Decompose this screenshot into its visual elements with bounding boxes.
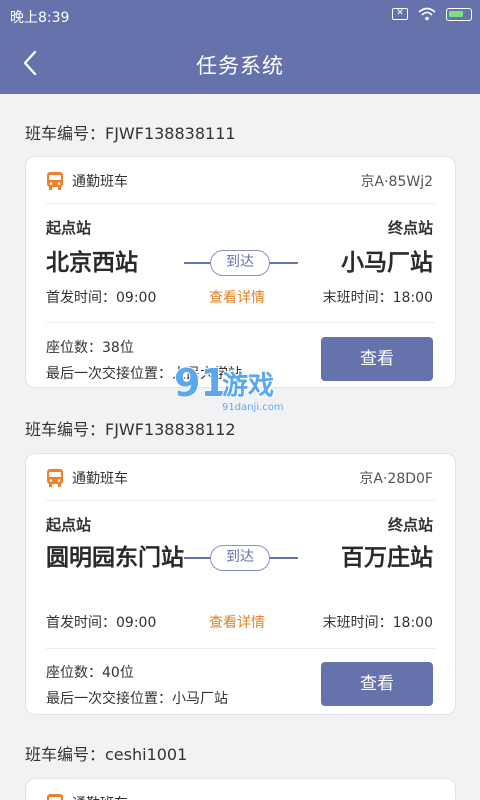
first-departure-time: 首发时间：09:00	[46, 615, 157, 631]
divider	[46, 203, 435, 204]
end-label: 终点站	[387, 219, 433, 237]
card-header: 通勤班车	[26, 779, 455, 800]
view-button[interactable]: 查看	[321, 662, 433, 706]
start-label: 起点站	[46, 219, 92, 237]
wifi-icon	[418, 7, 436, 21]
navigation-bar: 任务系统	[0, 32, 480, 94]
shift-type: 通勤班车	[72, 471, 128, 487]
shift-number-title: 班车编号：ceshi1001	[25, 745, 188, 764]
last-departure-time: 末班时间：18:00	[322, 290, 433, 306]
first-departure-time: 首发时间：09:00	[46, 290, 157, 306]
status-time: 晚上8:39	[10, 10, 70, 26]
shift-card: 通勤班车	[25, 778, 456, 800]
start-label: 起点站	[46, 516, 92, 534]
license-plate: 京A·28D0F	[359, 471, 433, 487]
svg-text:游戏: 游戏	[222, 371, 274, 401]
status-icons: ✕	[392, 7, 472, 21]
shift-card: 通勤班车 京A·85Wj2 起点站 终点站 北京西站 到达 小马厂站 首发时间：…	[25, 156, 456, 388]
bus-icon	[47, 794, 63, 800]
shift-number-title: 班车编号：FJWF138838111	[25, 124, 236, 143]
last-departure-time: 末班时间：18:00	[322, 615, 433, 631]
end-station: 百万庄站	[341, 545, 433, 571]
arrive-indicator: 到达	[184, 249, 298, 277]
divider	[46, 322, 435, 323]
svg-text:91: 91	[174, 361, 227, 405]
divider	[46, 648, 435, 649]
battery-charging-icon	[446, 7, 472, 21]
arrive-pill: 到达	[210, 250, 270, 276]
card-header: 通勤班车 京A·28D0F	[26, 454, 455, 500]
arrive-pill: 到达	[210, 545, 270, 571]
page-title: 任务系统	[196, 54, 284, 78]
shift-number-title: 班车编号：FJWF138838112	[25, 420, 236, 439]
view-details-link[interactable]: 查看详情	[209, 287, 265, 307]
arrive-indicator: 到达	[184, 544, 298, 572]
view-button[interactable]: 查看	[321, 337, 433, 381]
bus-icon	[47, 469, 63, 487]
view-details-link[interactable]: 查看详情	[209, 612, 265, 632]
last-handover-location: 最后一次交接位置：小马厂站	[46, 691, 228, 707]
shift-type: 通勤班车	[72, 174, 128, 190]
bus-icon	[47, 172, 63, 190]
status-bar: 晚上8:39 ✕	[0, 0, 480, 32]
license-plate: 京A·85Wj2	[360, 174, 433, 190]
end-label: 终点站	[387, 516, 433, 534]
divider	[46, 500, 435, 501]
end-station: 小马厂站	[341, 250, 433, 276]
card-header: 通勤班车 京A·85Wj2	[26, 157, 455, 203]
91danji-watermark-logo: 91 游戏 91danji.com	[173, 360, 284, 413]
shift-type: 通勤班车	[72, 793, 128, 800]
x-box-icon: ✕	[392, 8, 408, 20]
seat-count: 座位数：40位	[46, 665, 134, 681]
start-station: 圆明园东门站	[46, 545, 184, 571]
svg-text:91danji.com: 91danji.com	[222, 402, 284, 413]
seat-count: 座位数：38位	[46, 340, 134, 356]
shift-card: 通勤班车 京A·28D0F 起点站 终点站 圆明园东门站 到达 百万庄站 首发时…	[25, 453, 456, 715]
start-station: 北京西站	[46, 250, 138, 276]
